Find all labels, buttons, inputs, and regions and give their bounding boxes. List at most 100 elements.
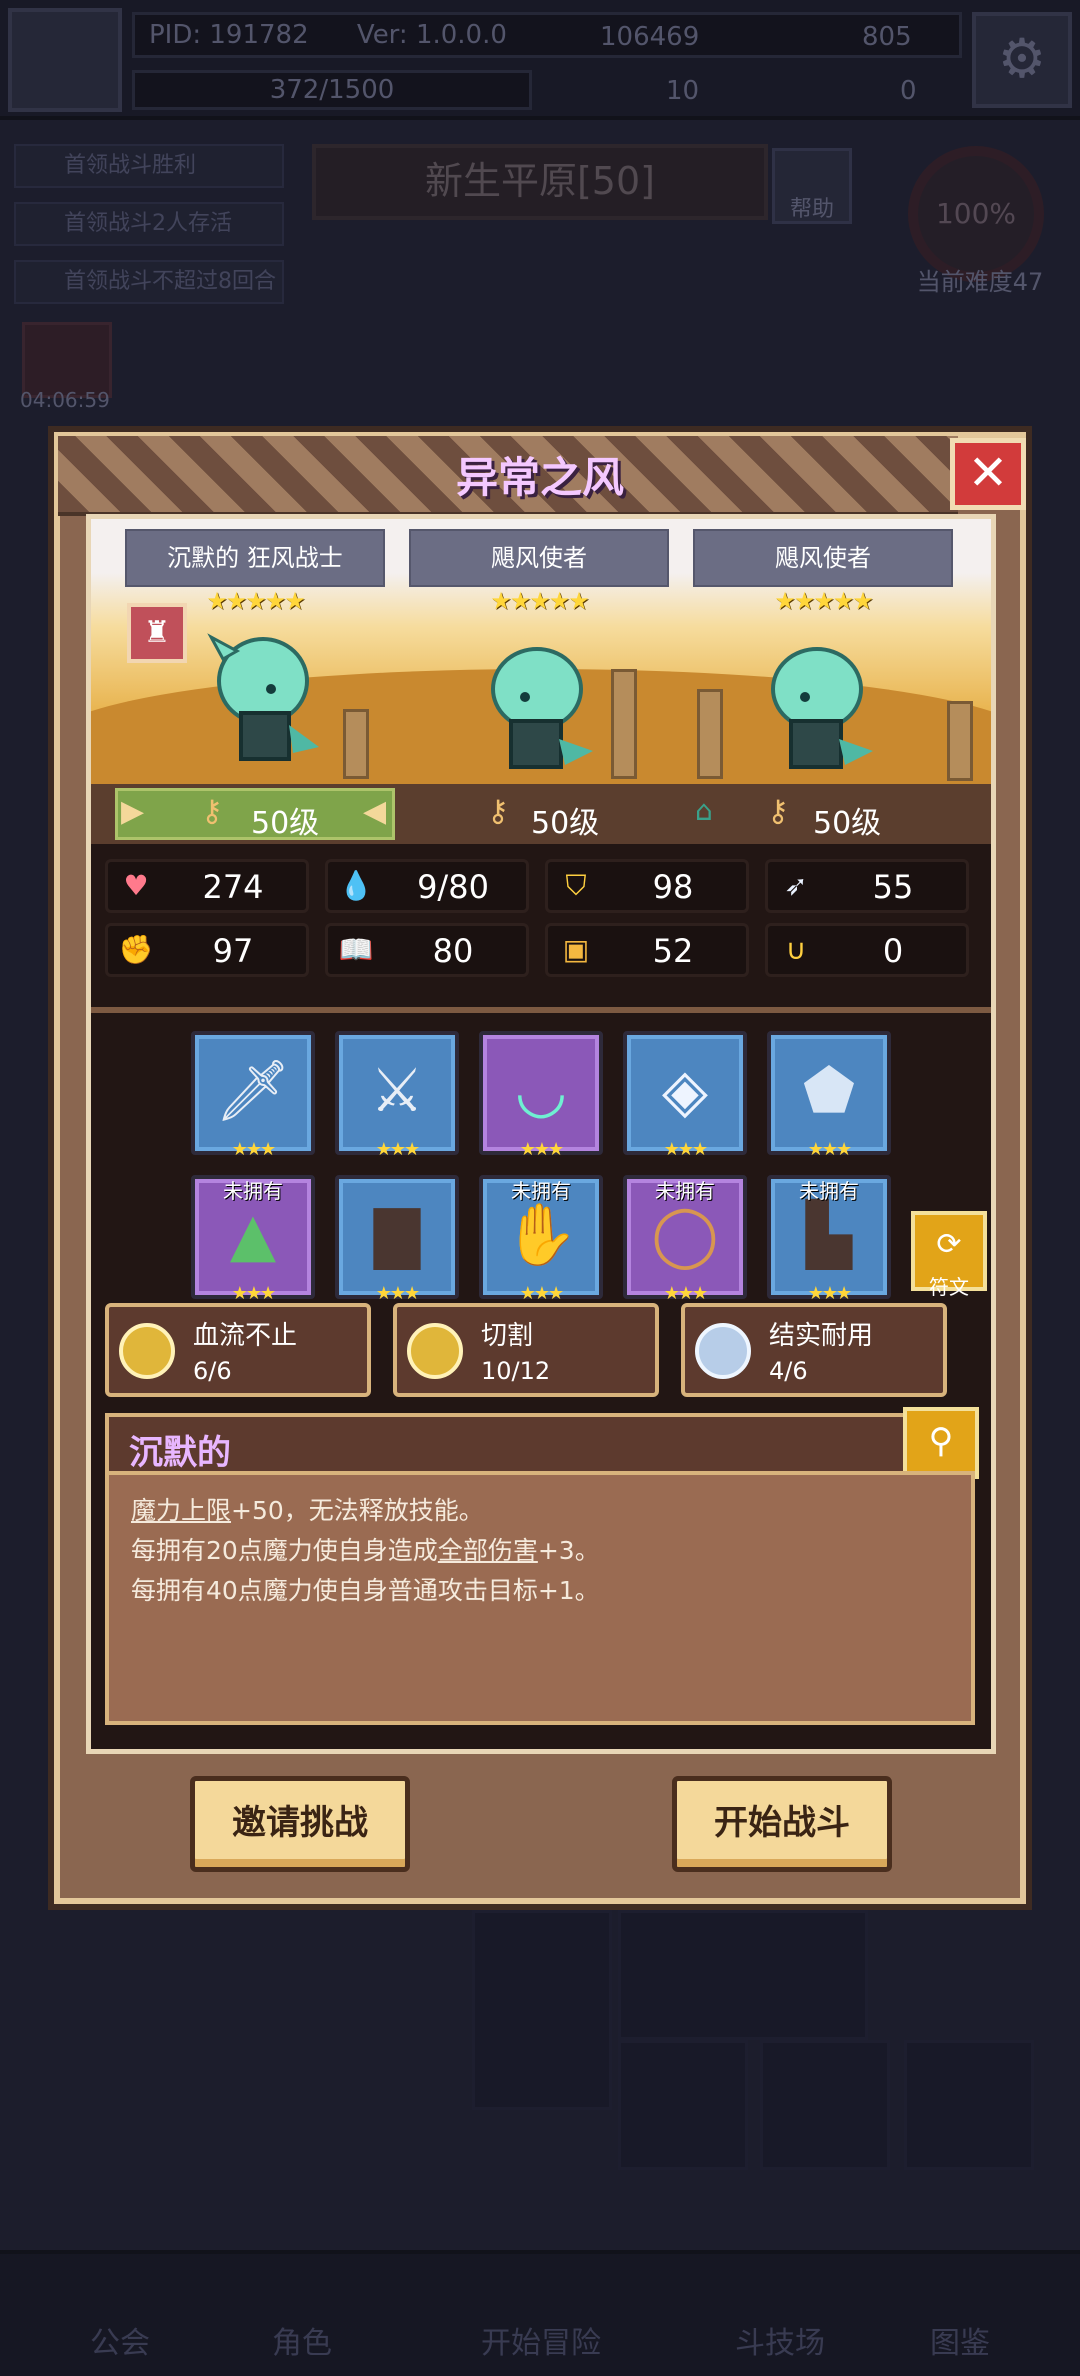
equip-slot-hood[interactable]: ▲ 未拥有 ★★★ [191, 1175, 315, 1304]
wing-icon: ➶ [784, 869, 808, 902]
equip-slot-belt[interactable]: ◯ 未拥有 ★★★ [623, 1175, 747, 1304]
hurricane-envoy-monster[interactable] [481, 639, 601, 779]
chevron-right-icon: ▶ [121, 794, 145, 829]
stat-value: 274 [202, 868, 264, 906]
stat-attack: ✊ 97 [105, 923, 309, 977]
enemy-level: 50级 [251, 806, 320, 841]
level-key-icon: ⚷ [767, 794, 789, 829]
divider [91, 1007, 991, 1013]
level-band: ▶ ◀ ⚷ 50级 ⚷ 50级 ⌂ ⚷ 50级 [91, 784, 991, 844]
equip-stars: ★★★ [663, 1139, 708, 1160]
stat-value: 9/80 [417, 868, 489, 906]
trait-name: 结实耐用 [769, 1321, 874, 1351]
fence-post [697, 689, 723, 779]
affix-text: 每拥有20点魔力使自身造成 [131, 1536, 438, 1565]
gold-coin-icon [407, 1323, 463, 1379]
shield-icon: ⛉ [565, 869, 587, 902]
mana-cap-link[interactable]: 魔力上限 [131, 1496, 231, 1525]
rune-label: 符文 [929, 1275, 969, 1299]
level-key-icon: ⚷ [201, 794, 223, 829]
heart-icon: ♥ [123, 869, 149, 902]
stat-speed: ➶ 55 [765, 859, 969, 913]
gold-coin-icon [119, 1323, 175, 1379]
equip-stars: ★★★ [231, 1139, 276, 1160]
stat-value: 55 [872, 868, 914, 906]
enemy-stars: ★★★★★ [774, 587, 874, 615]
dialog-inner: 沉默的 狂风战士 ★★★★★ 飓风使者 ★★★★★ 飓风使者 ★★★★★ ♜ ▶… [86, 514, 996, 1754]
trait-cut[interactable]: 切割 10/12 [393, 1303, 659, 1397]
all-damage-link[interactable]: 全部伤害 [438, 1536, 538, 1565]
equip-stars: ★★★ [519, 1139, 564, 1160]
equip-stars: ★★★ [519, 1283, 564, 1304]
wind-warrior-monster[interactable] [201, 629, 321, 769]
enemy-level: 50级 [813, 806, 882, 841]
enemy-level: 50级 [531, 806, 600, 841]
fence-post [343, 709, 369, 779]
orb-icon: ◈ [661, 1056, 709, 1126]
close-icon[interactable]: ✕ [950, 438, 1026, 510]
invite-challenge-button[interactable]: 邀请挑战 [190, 1776, 410, 1872]
trait-count: 10/12 [481, 1357, 551, 1385]
equip-slot-crystal[interactable]: ⬟ ★★★ [767, 1031, 891, 1160]
equip-slot-sword[interactable]: 🗡 ★★★ [191, 1031, 315, 1160]
equip-slot-gauntlet[interactable]: ✋ 未拥有 ★★★ [479, 1175, 603, 1304]
stat-value: 80 [432, 932, 474, 970]
robe-icon: ▇ [373, 1200, 421, 1270]
equip-stars: ★★★ [663, 1283, 708, 1304]
stat-magic: 📖 80 [325, 923, 529, 977]
silver-coin-icon [695, 1323, 751, 1379]
affix-line: 魔力上限+50，无法释放技能。 [131, 1491, 949, 1531]
boss-icon: ♜ [127, 603, 187, 663]
affix-text: +3。 [537, 1536, 600, 1565]
book-icon: 📖 [338, 933, 374, 966]
equip-stars: ★★★ [375, 1139, 420, 1160]
affix-text: +50，无法释放技能。 [231, 1496, 484, 1525]
chevron-left-icon: ◀ [363, 794, 387, 829]
equip-slot-orb[interactable]: ◈ ★★★ [623, 1031, 747, 1160]
equip-stars: ★★★ [375, 1283, 420, 1304]
trait-count: 4/6 [769, 1357, 808, 1385]
stat-value: 97 [212, 932, 254, 970]
fence-post [611, 669, 637, 779]
dagger-icon: ⚔ [370, 1056, 424, 1126]
equip-slot-robe[interactable]: ▇ ★★★ [335, 1175, 459, 1304]
stat-resist: ▣ 52 [545, 923, 749, 977]
house-icon: ⌂ [695, 794, 713, 827]
armor-icon: ▣ [562, 933, 590, 966]
equip-stars: ★★★ [807, 1283, 852, 1304]
equip-slot-necklace[interactable]: ◡ ★★★ [479, 1031, 603, 1160]
trait-name: 血流不止 [193, 1321, 298, 1351]
stat-hp: ♥ 274 [105, 859, 309, 913]
boss-dialog: 异常之风 ✕ 沉默的 狂风战士 ★★★★★ 飓风使者 ★★★★★ 飓风使者 ★★… [54, 432, 1026, 1904]
stat-value: 98 [652, 868, 694, 906]
trait-name: 切割 [481, 1321, 534, 1351]
enemy-name-tag: 沉默的 狂风战士 [125, 529, 385, 587]
trait-bleed[interactable]: 血流不止 6/6 [105, 1303, 371, 1397]
necklace-icon: ◡ [514, 1056, 568, 1126]
affix-title: 沉默的 [129, 1433, 231, 1473]
stat-defense: ⛉ 98 [545, 859, 749, 913]
fence-post [947, 701, 973, 781]
trait-durable[interactable]: 结实耐用 4/6 [681, 1303, 947, 1397]
affix-description: 魔力上限+50，无法释放技能。 每拥有20点魔力使自身造成全部伤害+3。 每拥有… [105, 1471, 975, 1725]
equip-stars: ★★★ [807, 1139, 852, 1160]
not-owned-label: 未拥有 [799, 1179, 859, 1203]
stat-mana: 💧 9/80 [325, 859, 529, 913]
hurricane-envoy-monster[interactable] [761, 639, 881, 779]
not-owned-label: 未拥有 [223, 1179, 283, 1203]
affix-header: 沉默的 [105, 1413, 925, 1473]
equip-slot-dagger[interactable]: ⚔ ★★★ [335, 1031, 459, 1160]
enemy-name-tag: 飓风使者 [409, 529, 669, 587]
equip-slot-boots[interactable]: ▙ 未拥有 ★★★ [767, 1175, 891, 1304]
start-battle-button[interactable]: 开始战斗 [672, 1776, 892, 1872]
level-key-icon: ⚷ [487, 794, 509, 829]
not-owned-label: 未拥有 [511, 1179, 571, 1203]
equip-stars: ★★★ [231, 1283, 276, 1304]
affix-line: 每拥有20点魔力使自身造成全部伤害+3。 [131, 1531, 949, 1571]
enemy-name-tag: 飓风使者 [693, 529, 953, 587]
stat-value: 0 [882, 932, 904, 970]
stat-value: 52 [652, 932, 694, 970]
trait-count: 6/6 [193, 1357, 232, 1385]
stat-luck: ∪ 0 [765, 923, 969, 977]
dialog-title: 异常之风 [455, 453, 624, 502]
